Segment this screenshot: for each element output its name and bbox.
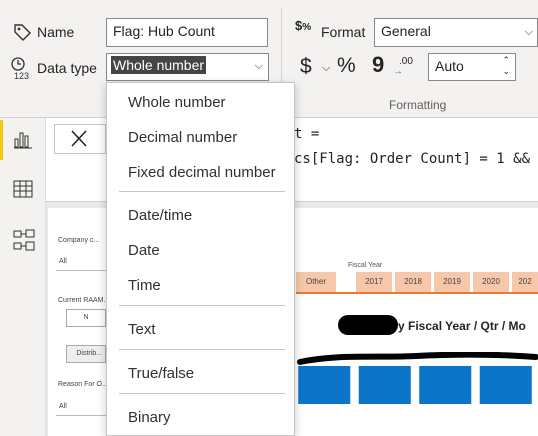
- format-value: General: [381, 23, 431, 39]
- data-type-menu: Whole number Decimal number Fixed decima…: [106, 82, 295, 436]
- chart-bar[interactable]: [298, 366, 351, 404]
- report-view-icon[interactable]: [12, 128, 34, 150]
- fiscal-slicer-underline: [296, 292, 538, 294]
- slicer-company-label: Company c...: [58, 237, 100, 244]
- spinner-icon[interactable]: ⌃ ⌄: [502, 55, 510, 77]
- slicer-raam-button[interactable]: N: [66, 309, 106, 327]
- menu-item-text[interactable]: Text: [107, 313, 294, 347]
- chevron-down-icon: ⌵: [524, 26, 533, 38]
- menu-item-decimal-number[interactable]: Decimal number: [107, 121, 294, 155]
- redaction-scribble: [296, 351, 538, 366]
- slicer-reason-label: Reason For O...: [58, 381, 108, 388]
- menu-item-whole-number[interactable]: Whole number: [107, 86, 294, 120]
- menu-item-date[interactable]: Date: [107, 234, 294, 268]
- rail-selection-indicator: [0, 120, 3, 160]
- slicer-reason-dropdown[interactable]: All: [56, 398, 106, 416]
- format-select[interactable]: General ⌵: [374, 18, 538, 47]
- chevron-down-icon[interactable]: ⌵: [322, 62, 330, 75]
- cancel-formula-button[interactable]: [54, 124, 106, 154]
- chart-bar[interactable]: [358, 366, 411, 404]
- chart-bar[interactable]: [419, 366, 472, 404]
- chevron-down-icon: ⌵: [254, 60, 263, 72]
- slicer-company-dropdown[interactable]: All: [56, 253, 106, 271]
- fiscal-chip-year[interactable]: 2019: [434, 272, 470, 292]
- formula-line-2[interactable]: cs[Flag: Order Count] = 1 && F: [294, 151, 538, 167]
- comma-style-button[interactable]: 9: [372, 52, 384, 78]
- tag-icon: [12, 22, 32, 42]
- redaction-scribble: [338, 315, 398, 335]
- fiscal-chip-year[interactable]: 2017: [356, 272, 392, 292]
- format-label: Format: [321, 24, 366, 40]
- menu-separator: [119, 305, 285, 306]
- fiscal-chip-year[interactable]: 2020: [473, 272, 509, 292]
- menu-item-date-time[interactable]: Date/time: [107, 199, 294, 233]
- fiscal-chip-year[interactable]: 202: [512, 272, 538, 292]
- name-input[interactable]: Flag: Hub Count: [106, 18, 268, 47]
- menu-item-binary[interactable]: Binary: [107, 401, 294, 435]
- data-type-icon: 123: [10, 56, 36, 81]
- model-view-icon[interactable]: [12, 228, 36, 252]
- data-type-value: Whole number: [111, 56, 207, 74]
- format-icon: $%: [295, 18, 312, 33]
- fiscal-year-label: Fiscal Year: [348, 262, 383, 269]
- formula-line-1[interactable]: t =: [294, 126, 319, 142]
- menu-separator: [119, 191, 285, 192]
- percent-button[interactable]: %: [337, 54, 356, 78]
- decimal-places-input[interactable]: Auto ⌃ ⌄: [428, 53, 516, 81]
- menu-item-true-false[interactable]: True/false: [107, 357, 294, 391]
- menu-item-fixed-decimal-number[interactable]: Fixed decimal number: [107, 156, 294, 190]
- arrow-left-icon: →: [393, 66, 403, 77]
- chart-title: y Fiscal Year / Qtr / Mo: [398, 319, 526, 333]
- slicer-raam-label: Current RAAM...: [58, 297, 110, 304]
- slicer-distrib-button[interactable]: Distrib...: [66, 345, 106, 363]
- table-view-icon[interactable]: [12, 178, 34, 200]
- chart-bar[interactable]: [479, 366, 532, 404]
- decimal-places-button[interactable]: .00 →: [393, 56, 417, 78]
- data-type-label: Data type: [37, 60, 97, 76]
- decimal-places-value: Auto: [435, 58, 464, 74]
- bar-chart: [298, 366, 532, 404]
- fiscal-chip-year[interactable]: 2018: [395, 272, 431, 292]
- data-type-select[interactable]: Whole number ⌵: [106, 53, 269, 81]
- currency-button[interactable]: $: [300, 55, 312, 79]
- formatting-group-label: Formatting: [389, 98, 447, 112]
- left-nav-rail: [0, 118, 46, 436]
- menu-item-time[interactable]: Time: [107, 269, 294, 303]
- menu-separator: [119, 393, 285, 394]
- name-label: Name: [37, 24, 75, 40]
- svg-text:123: 123: [14, 71, 29, 80]
- fiscal-chip-other[interactable]: Other: [296, 272, 336, 292]
- close-icon: [71, 130, 87, 147]
- menu-separator: [119, 349, 285, 350]
